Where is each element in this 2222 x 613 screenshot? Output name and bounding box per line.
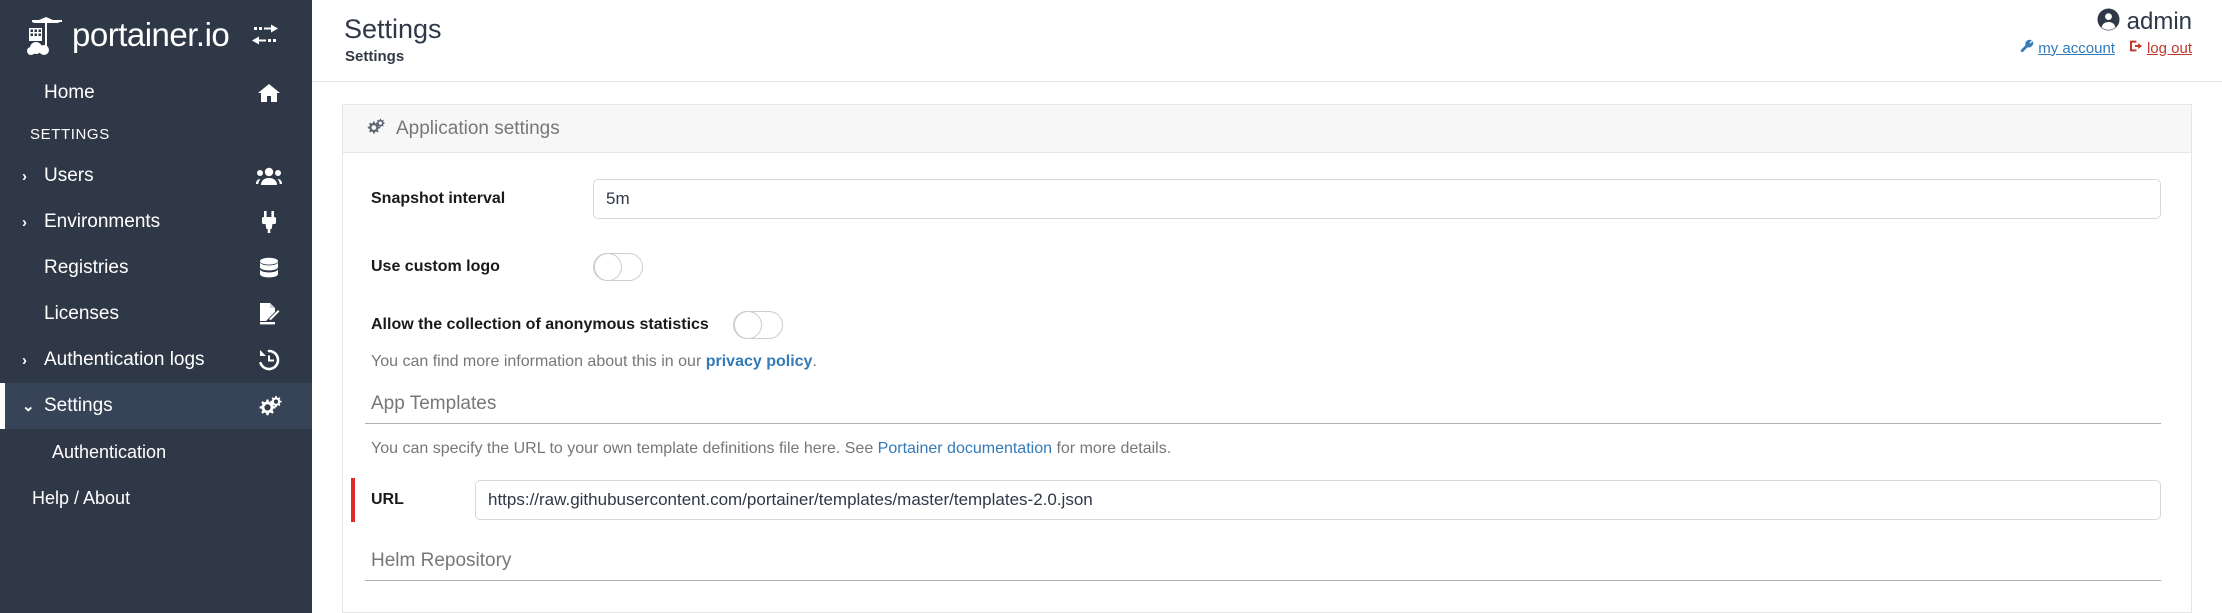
app-templates-section-header: App Templates <box>365 393 2161 424</box>
app-templates-url-row: URL <box>351 478 2161 522</box>
my-account-label: my account <box>2038 39 2115 57</box>
chevron-right-icon: › <box>22 351 27 369</box>
anonymous-statistics-label-col: Allow the collection of anonymous statis… <box>365 316 733 334</box>
my-account-link[interactable]: my account <box>2020 39 2115 57</box>
home-icon <box>254 81 284 105</box>
sidebar-item-label: Environments <box>44 211 161 232</box>
use-custom-logo-label: Use custom logo <box>371 258 500 275</box>
use-custom-logo-row: Use custom logo <box>365 253 2161 281</box>
panel-title: Application settings <box>396 117 560 139</box>
main-content: Settings Settings admin my account log o… <box>312 0 2222 613</box>
use-custom-logo-label-col: Use custom logo <box>365 258 593 276</box>
validation-indicator-bar <box>351 478 355 522</box>
sidebar-item-settings[interactable]: ⌄ Settings <box>0 383 312 429</box>
snapshot-interval-row: Snapshot interval <box>365 179 2161 219</box>
sidebar-item-label: Users <box>44 165 94 186</box>
sidebar-item-authentication[interactable]: Authentication <box>0 429 312 475</box>
user-name: admin <box>2126 8 2192 35</box>
chevron-down-icon: ⌄ <box>22 397 35 415</box>
app-templates-description: You can specify the URL to your own temp… <box>365 440 2161 458</box>
chevron-right-icon: › <box>22 167 27 185</box>
anonymous-statistics-row: Allow the collection of anonymous statis… <box>365 311 2161 339</box>
breadcrumb: Settings <box>345 48 405 65</box>
logout-label: log out <box>2146 39 2192 57</box>
history-icon <box>254 348 284 372</box>
app-templates-url-input[interactable] <box>475 480 2161 520</box>
sidebar-section-label: SETTINGS <box>30 126 110 143</box>
user-menu: admin my account log out <box>2020 8 2192 57</box>
brand[interactable]: portainer.io <box>0 0 312 70</box>
snapshot-interval-input[interactable] <box>593 179 2161 219</box>
privacy-note: You can find more information about this… <box>365 353 2161 371</box>
file-signature-icon <box>254 302 284 326</box>
topbar: Settings Settings admin my account log o… <box>312 0 2222 82</box>
exchange-arrows-icon[interactable] <box>250 22 280 48</box>
app-templates-description-prefix: You can specify the URL to your own temp… <box>371 440 878 457</box>
privacy-note-suffix: . <box>812 353 817 370</box>
sidebar-item-label: Registries <box>44 257 129 278</box>
url-label-col: URL <box>365 491 475 509</box>
toggle-knob <box>594 253 622 281</box>
sidebar-item-users[interactable]: › Users <box>0 153 312 199</box>
chevron-right-icon: › <box>22 213 27 231</box>
sidebar-item-help-about[interactable]: Help / About <box>0 475 312 521</box>
toggle-knob <box>733 311 762 339</box>
sidebar-item-environments[interactable]: › Environments <box>0 199 312 245</box>
sidebar-item-licenses[interactable]: › Licenses <box>0 291 312 337</box>
panel-body: Snapshot interval Use custom logo <box>343 153 2191 581</box>
sign-out-icon <box>2129 39 2143 57</box>
page-title: Settings <box>344 14 442 44</box>
anonymous-statistics-label: Allow the collection of anonymous statis… <box>371 316 709 333</box>
database-icon <box>254 256 284 280</box>
content-area: Application settings Snapshot interval U… <box>312 82 2222 613</box>
sidebar-item-label: Licenses <box>44 303 119 324</box>
snapshot-interval-label: Snapshot interval <box>371 190 506 207</box>
panel-header: Application settings <box>343 105 2191 153</box>
user-circle-icon <box>2097 8 2120 36</box>
snapshot-interval-label-col: Snapshot interval <box>365 190 593 208</box>
sidebar-item-home[interactable]: › Home <box>0 70 312 116</box>
gears-icon <box>254 394 284 418</box>
sidebar: portainer.io › Home <box>0 0 312 613</box>
anonymous-statistics-toggle[interactable] <box>732 311 783 339</box>
helm-repository-section-header: Helm Repository <box>365 550 2161 581</box>
use-custom-logo-toggle[interactable] <box>593 253 643 281</box>
sidebar-item-label: Help / About <box>32 487 131 508</box>
privacy-policy-link[interactable]: privacy policy <box>706 353 813 370</box>
sidebar-item-registries[interactable]: › Registries <box>0 245 312 291</box>
url-label: URL <box>371 491 404 508</box>
application-settings-panel: Application settings Snapshot interval U… <box>342 104 2192 613</box>
sidebar-item-authentication-logs[interactable]: › Authentication logs <box>0 337 312 383</box>
portainer-documentation-link[interactable]: Portainer documentation <box>878 440 1052 457</box>
sidebar-subitem-label: Authentication <box>52 441 167 462</box>
users-icon <box>254 164 284 188</box>
wrench-icon <box>2020 39 2034 57</box>
sidebar-item-label: Home <box>44 82 95 103</box>
sidebar-item-label: Settings <box>44 395 113 416</box>
gears-icon <box>365 117 385 141</box>
logout-link[interactable]: log out <box>2129 39 2192 57</box>
app-root: portainer.io › Home <box>0 0 2222 613</box>
app-templates-description-suffix: for more details. <box>1052 440 1172 457</box>
sidebar-item-label: Authentication logs <box>44 349 205 370</box>
user-links: my account log out <box>2020 39 2192 57</box>
privacy-note-prefix: You can find more information about this… <box>371 353 706 370</box>
portainer-crane-logo-icon <box>22 11 70 59</box>
brand-name: portainer.io <box>72 16 230 53</box>
user-identity: admin <box>2020 8 2192 36</box>
plug-icon <box>254 210 284 234</box>
